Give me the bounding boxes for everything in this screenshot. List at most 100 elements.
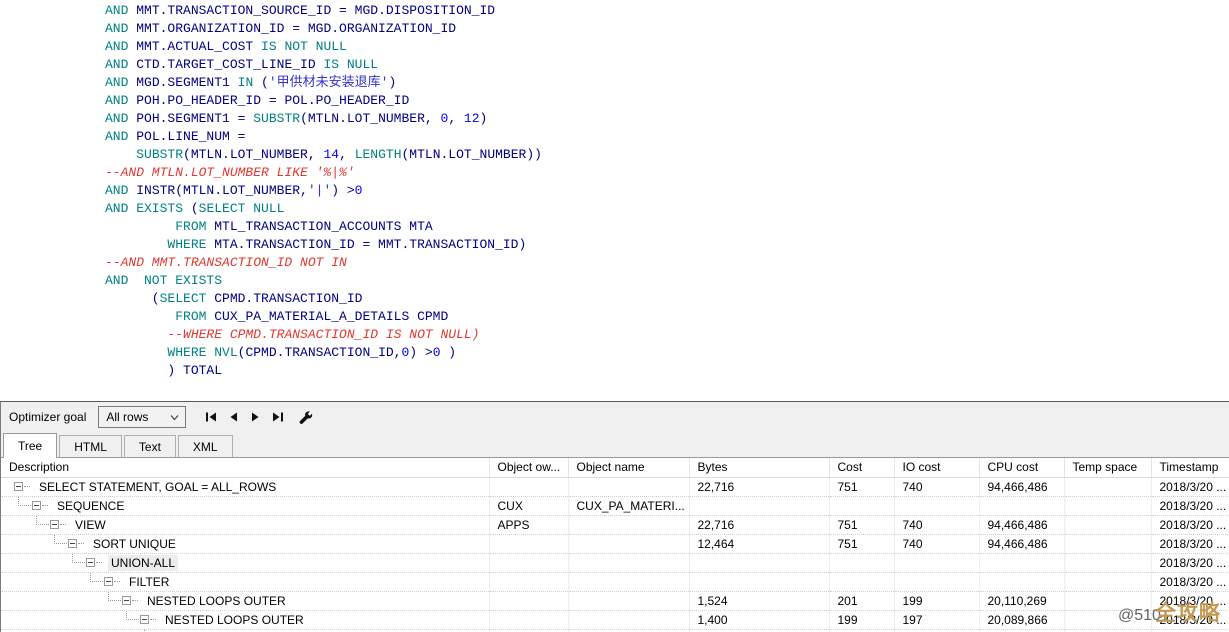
tab-text[interactable]: Text [124,435,176,457]
plan-row[interactable]: SELECT STATEMENT, GOAL = ALL_ROWS22,7167… [1,477,1229,496]
sql-editor[interactable]: AND MMT.TRANSACTION_SOURCE_ID = MGD.DISP… [0,0,1229,401]
plan-row[interactable]: UNION-ALL2018/3/20 ... [1,553,1229,572]
column-header[interactable]: Object name [568,458,689,477]
sql-code-line: SUBSTR(MTLN.LOT_NUMBER, 14, LENGTH(MTLN.… [105,146,1229,164]
object-owner-cell [489,572,568,591]
object-name-cell [568,477,689,496]
timestamp-cell: 2018/3/20 ... [1151,610,1229,629]
object-name-cell [568,534,689,553]
wrench-icon[interactable] [294,407,316,427]
plan-operation-label: SEQUENCE [54,498,127,514]
sql-code-line: AND MMT.TRANSACTION_SOURCE_ID = MGD.DISP… [105,2,1229,20]
cost-cell: 199 [829,610,894,629]
temp-space-cell [1064,610,1151,629]
io-cost-cell [894,572,979,591]
collapse-minus-icon[interactable] [104,577,113,586]
tree-connector [108,592,121,601]
sql-code-line: WHERE NVL(CPMD.TRANSACTION_ID,0) >0 ) [105,344,1229,362]
temp-space-cell [1064,591,1151,610]
plan-row[interactable]: VIEWAPPS22,71675174094,466,4862018/3/20 … [1,515,1229,534]
collapse-minus-icon[interactable] [50,520,59,529]
timestamp-cell: 2018/3/20 ... [1151,496,1229,515]
column-header[interactable]: Timestamp [1151,458,1229,477]
tree-stub [96,562,102,563]
optimizer-goal-value: All rows [106,410,148,424]
column-header[interactable]: Object ow... [489,458,568,477]
plan-row[interactable]: SORT UNIQUE12,46475174094,466,4862018/3/… [1,534,1229,553]
cpu-cost-cell: 20,110,269 [979,591,1064,610]
plan-row[interactable]: FILTER2018/3/20 ... [1,572,1229,591]
sql-code-line: FROM CUX_PA_MATERIAL_A_DETAILS CPMD [105,308,1229,326]
column-header[interactable]: CPU cost [979,458,1064,477]
tree-stub [42,505,48,506]
bytes-cell: 22,716 [689,515,829,534]
first-record-icon[interactable] [200,407,222,427]
temp-space-cell [1064,515,1151,534]
temp-space-cell [1064,496,1151,515]
object-name-cell [568,610,689,629]
sql-code-line: AND INSTR(MTLN.LOT_NUMBER,'|') >0 [105,182,1229,200]
tab-tree[interactable]: Tree [3,433,57,458]
tab-xml[interactable]: XML [178,435,233,457]
bytes-cell [689,496,829,515]
sql-code-line: AND MGD.SEGMENT1 IN ('甲供材未安装退库') [105,74,1229,92]
column-header[interactable]: Bytes [689,458,829,477]
object-owner-cell: CUX [489,496,568,515]
object-owner-cell [489,591,568,610]
plan-operation-label: VIEW [72,517,109,533]
object-owner-cell [489,553,568,572]
bytes-cell: 12,464 [689,534,829,553]
tree-connector [54,535,67,544]
sql-code-line: ) TOTAL [105,362,1229,380]
sql-code-line: AND POH.PO_HEADER_ID = POL.PO_HEADER_ID [105,92,1229,110]
column-header[interactable]: Temp space [1064,458,1151,477]
object-owner-cell [489,534,568,553]
tree-connector [90,573,103,582]
collapse-minus-icon[interactable] [32,501,41,510]
plan-operation-label: NESTED LOOPS OUTER [162,612,307,628]
plan-toolbar: Optimizer goal All rows [1,402,1229,432]
cost-cell [829,553,894,572]
plan-row[interactable]: SEQUENCE CUXCUX_PA_MATERI... 2018/3/20 ... [1,496,1229,515]
cost-cell [829,572,894,591]
previous-record-icon[interactable] [222,407,244,427]
sql-code-line: --AND MMT.TRANSACTION_ID NOT IN [105,254,1229,272]
io-cost-cell: 740 [894,477,979,496]
plan-tabbar: TreeHTMLTextXML [1,432,1229,458]
sql-code-line: (SELECT CPMD.TRANSACTION_ID [105,290,1229,308]
tree-stub [114,581,120,582]
bytes-cell [689,553,829,572]
plan-row[interactable]: NESTED LOOPS OUTER1,40019919720,089,8662… [1,610,1229,629]
collapse-minus-icon[interactable] [14,482,23,491]
sql-code-line: AND POL.LINE_NUM = [105,128,1229,146]
collapse-minus-icon[interactable] [122,596,131,605]
column-header[interactable]: Cost [829,458,894,477]
plan-table: DescriptionObject ow...Object nameBytesC… [1,458,1229,632]
temp-space-cell [1064,572,1151,591]
object-owner-cell: APPS [489,515,568,534]
object-owner-cell [489,610,568,629]
cpu-cost-cell [979,572,1064,591]
collapse-minus-icon[interactable] [86,558,95,567]
bytes-cell: 22,716 [689,477,829,496]
collapse-minus-icon[interactable] [140,615,149,624]
sql-code-line: AND POH.SEGMENT1 = SUBSTR(MTLN.LOT_NUMBE… [105,110,1229,128]
optimizer-goal-dropdown[interactable]: All rows [98,406,186,428]
object-name-cell [568,572,689,591]
tree-stub [150,619,156,620]
plsql-developer-window: AND MMT.TRANSACTION_SOURCE_ID = MGD.DISP… [0,0,1229,632]
plan-operation-label: SORT UNIQUE [90,536,179,552]
object-name-cell: CUX_PA_MATERI... [568,496,689,515]
plan-row[interactable]: NESTED LOOPS OUTER1,52420119920,110,2692… [1,591,1229,610]
last-record-icon[interactable] [266,407,288,427]
collapse-minus-icon[interactable] [68,539,77,548]
cost-cell: 201 [829,591,894,610]
object-owner-cell [489,477,568,496]
tab-html[interactable]: HTML [59,435,122,457]
column-header[interactable]: IO cost [894,458,979,477]
next-record-icon[interactable] [244,407,266,427]
tree-stub [132,600,138,601]
sql-code-line: --WHERE CPMD.TRANSACTION_ID IS NOT NULL) [105,326,1229,344]
tree-stub [60,524,66,525]
column-header[interactable]: Description [1,458,489,477]
